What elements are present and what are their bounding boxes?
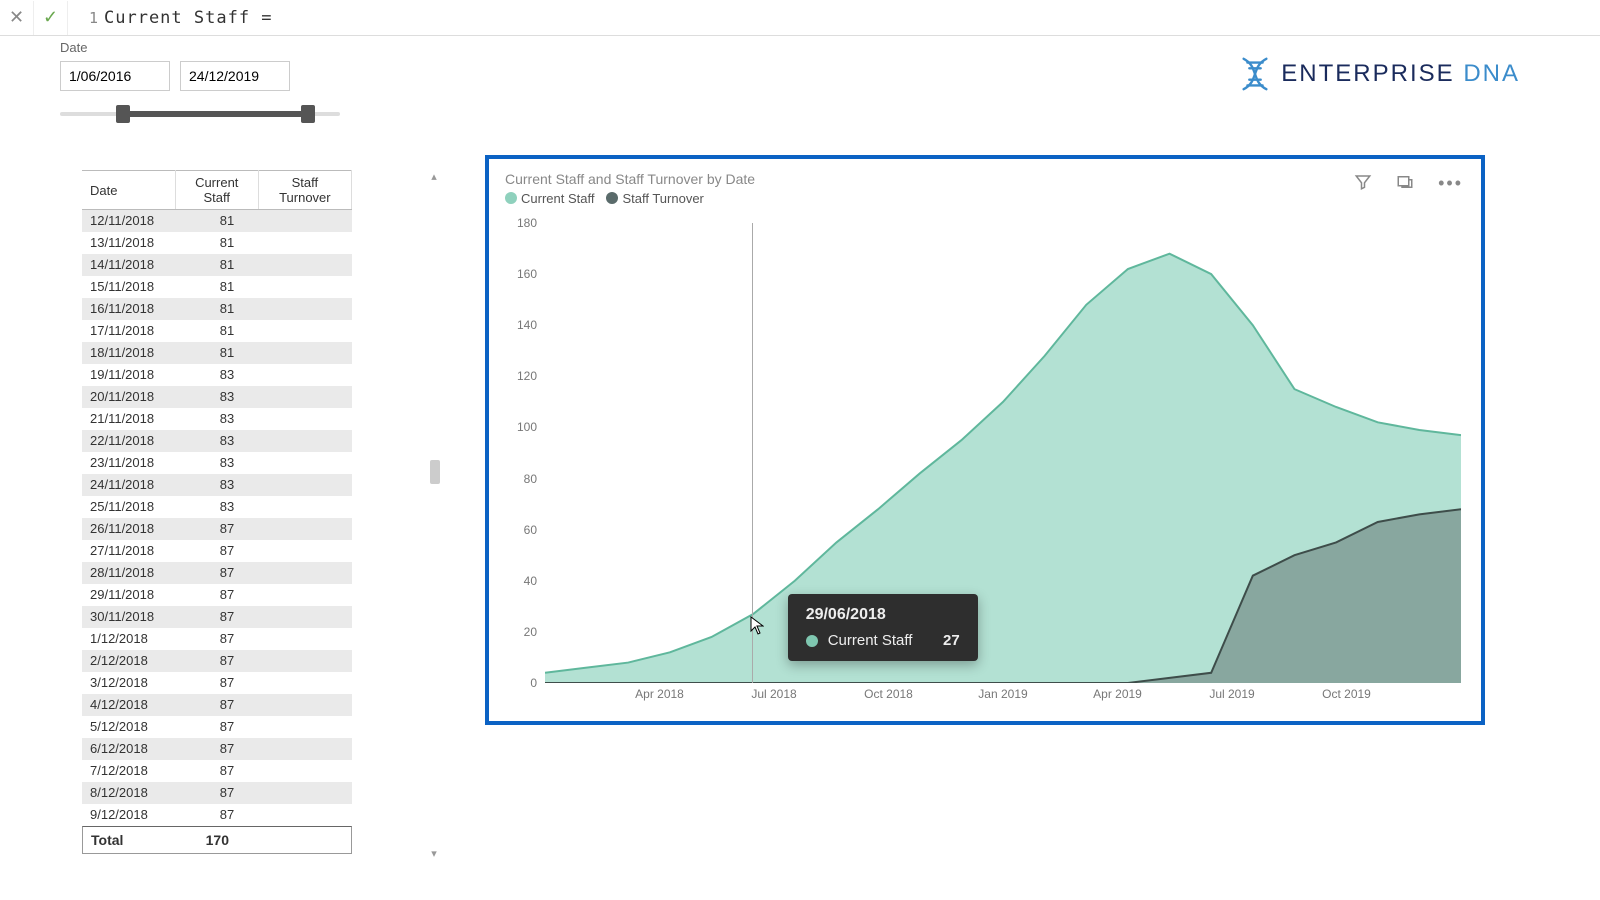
slicer-from-input[interactable] bbox=[60, 61, 170, 91]
cancel-formula-button[interactable]: ✕ bbox=[0, 1, 34, 35]
table-row[interactable]: 3/12/201887 bbox=[82, 672, 352, 694]
table-row[interactable]: 6/12/201887 bbox=[82, 738, 352, 760]
table-row[interactable]: 15/11/201881 bbox=[82, 276, 352, 298]
chart-canvas bbox=[545, 223, 1461, 683]
table-scrollbar[interactable]: ▴ ▾ bbox=[426, 170, 442, 860]
formula-bar: ✕ ✓ 1 Current Staff = bbox=[0, 0, 1600, 36]
enterprise-dna-logo: ENTERPRISE DNA bbox=[1239, 55, 1520, 93]
table-row[interactable]: 21/11/201883 bbox=[82, 408, 352, 430]
table-row[interactable]: 1/12/201887 bbox=[82, 628, 352, 650]
table-row[interactable]: 25/11/201883 bbox=[82, 496, 352, 518]
table-row[interactable]: 19/11/201883 bbox=[82, 364, 352, 386]
focus-mode-icon[interactable] bbox=[1396, 173, 1414, 196]
table-row[interactable]: 8/12/201887 bbox=[82, 782, 352, 804]
table-row[interactable]: 13/11/201881 bbox=[82, 232, 352, 254]
staff-area-chart[interactable]: Current Staff and Staff Turnover by Date… bbox=[485, 155, 1485, 725]
scroll-up-icon[interactable]: ▴ bbox=[431, 170, 437, 183]
table-total-row: Total 170 bbox=[82, 826, 352, 854]
table-row[interactable]: 18/11/201881 bbox=[82, 342, 352, 364]
table-header[interactable]: Current Staff bbox=[175, 171, 258, 210]
table-row[interactable]: 12/11/201881 bbox=[82, 210, 352, 232]
table-row[interactable]: 2/12/201887 bbox=[82, 650, 352, 672]
table-row[interactable]: 22/11/201883 bbox=[82, 430, 352, 452]
more-options-icon[interactable]: ••• bbox=[1438, 173, 1463, 196]
table-row[interactable]: 20/11/201883 bbox=[82, 386, 352, 408]
x-axis-ticks: Apr 2018Jul 2018Oct 2018Jan 2019Apr 2019… bbox=[545, 687, 1461, 705]
table-row[interactable]: 17/11/201881 bbox=[82, 320, 352, 342]
scroll-down-icon[interactable]: ▾ bbox=[431, 847, 437, 860]
table-row[interactable]: 7/12/201887 bbox=[82, 760, 352, 782]
table-row[interactable]: 24/11/201883 bbox=[82, 474, 352, 496]
table-row[interactable]: 16/11/201881 bbox=[82, 298, 352, 320]
scroll-thumb[interactable] bbox=[430, 460, 440, 484]
date-slicer[interactable]: Date bbox=[60, 40, 340, 125]
table-row[interactable]: 23/11/201883 bbox=[82, 452, 352, 474]
formula-line-number: 1 bbox=[78, 9, 98, 27]
table-row[interactable]: 27/11/201887 bbox=[82, 540, 352, 562]
filter-icon[interactable] bbox=[1354, 173, 1372, 196]
chart-tooltip: 29/06/2018 Current Staff27 bbox=[788, 594, 978, 661]
table-row[interactable]: 9/12/201887 bbox=[82, 804, 352, 826]
table-row[interactable]: 28/11/201887 bbox=[82, 562, 352, 584]
table-row[interactable]: 30/11/201887 bbox=[82, 606, 352, 628]
hover-vertical-line bbox=[752, 223, 753, 683]
dna-helix-icon bbox=[1239, 55, 1271, 93]
chart-legend: Current Staff Staff Turnover bbox=[493, 191, 1477, 212]
table-row[interactable]: 14/11/201881 bbox=[82, 254, 352, 276]
table-row[interactable]: 29/11/201887 bbox=[82, 584, 352, 606]
table-row[interactable]: 5/12/201887 bbox=[82, 716, 352, 738]
slicer-to-input[interactable] bbox=[180, 61, 290, 91]
table-row[interactable]: 4/12/201887 bbox=[82, 694, 352, 716]
commit-formula-button[interactable]: ✓ bbox=[34, 1, 68, 35]
y-axis-ticks: 020406080100120140160180 bbox=[505, 223, 541, 683]
slicer-slider[interactable] bbox=[60, 103, 340, 125]
formula-text[interactable]: Current Staff = bbox=[104, 8, 1600, 28]
slicer-label: Date bbox=[60, 40, 340, 55]
staff-table[interactable]: DateCurrent StaffStaff Turnover 12/11/20… bbox=[82, 170, 442, 860]
slider-thumb-to[interactable] bbox=[301, 105, 315, 123]
slider-thumb-from[interactable] bbox=[116, 105, 130, 123]
table-header[interactable]: Date bbox=[82, 171, 175, 210]
chart-title: Current Staff and Staff Turnover by Date bbox=[493, 163, 1477, 191]
table-header[interactable]: Staff Turnover bbox=[258, 171, 351, 210]
table-row[interactable]: 26/11/201887 bbox=[82, 518, 352, 540]
